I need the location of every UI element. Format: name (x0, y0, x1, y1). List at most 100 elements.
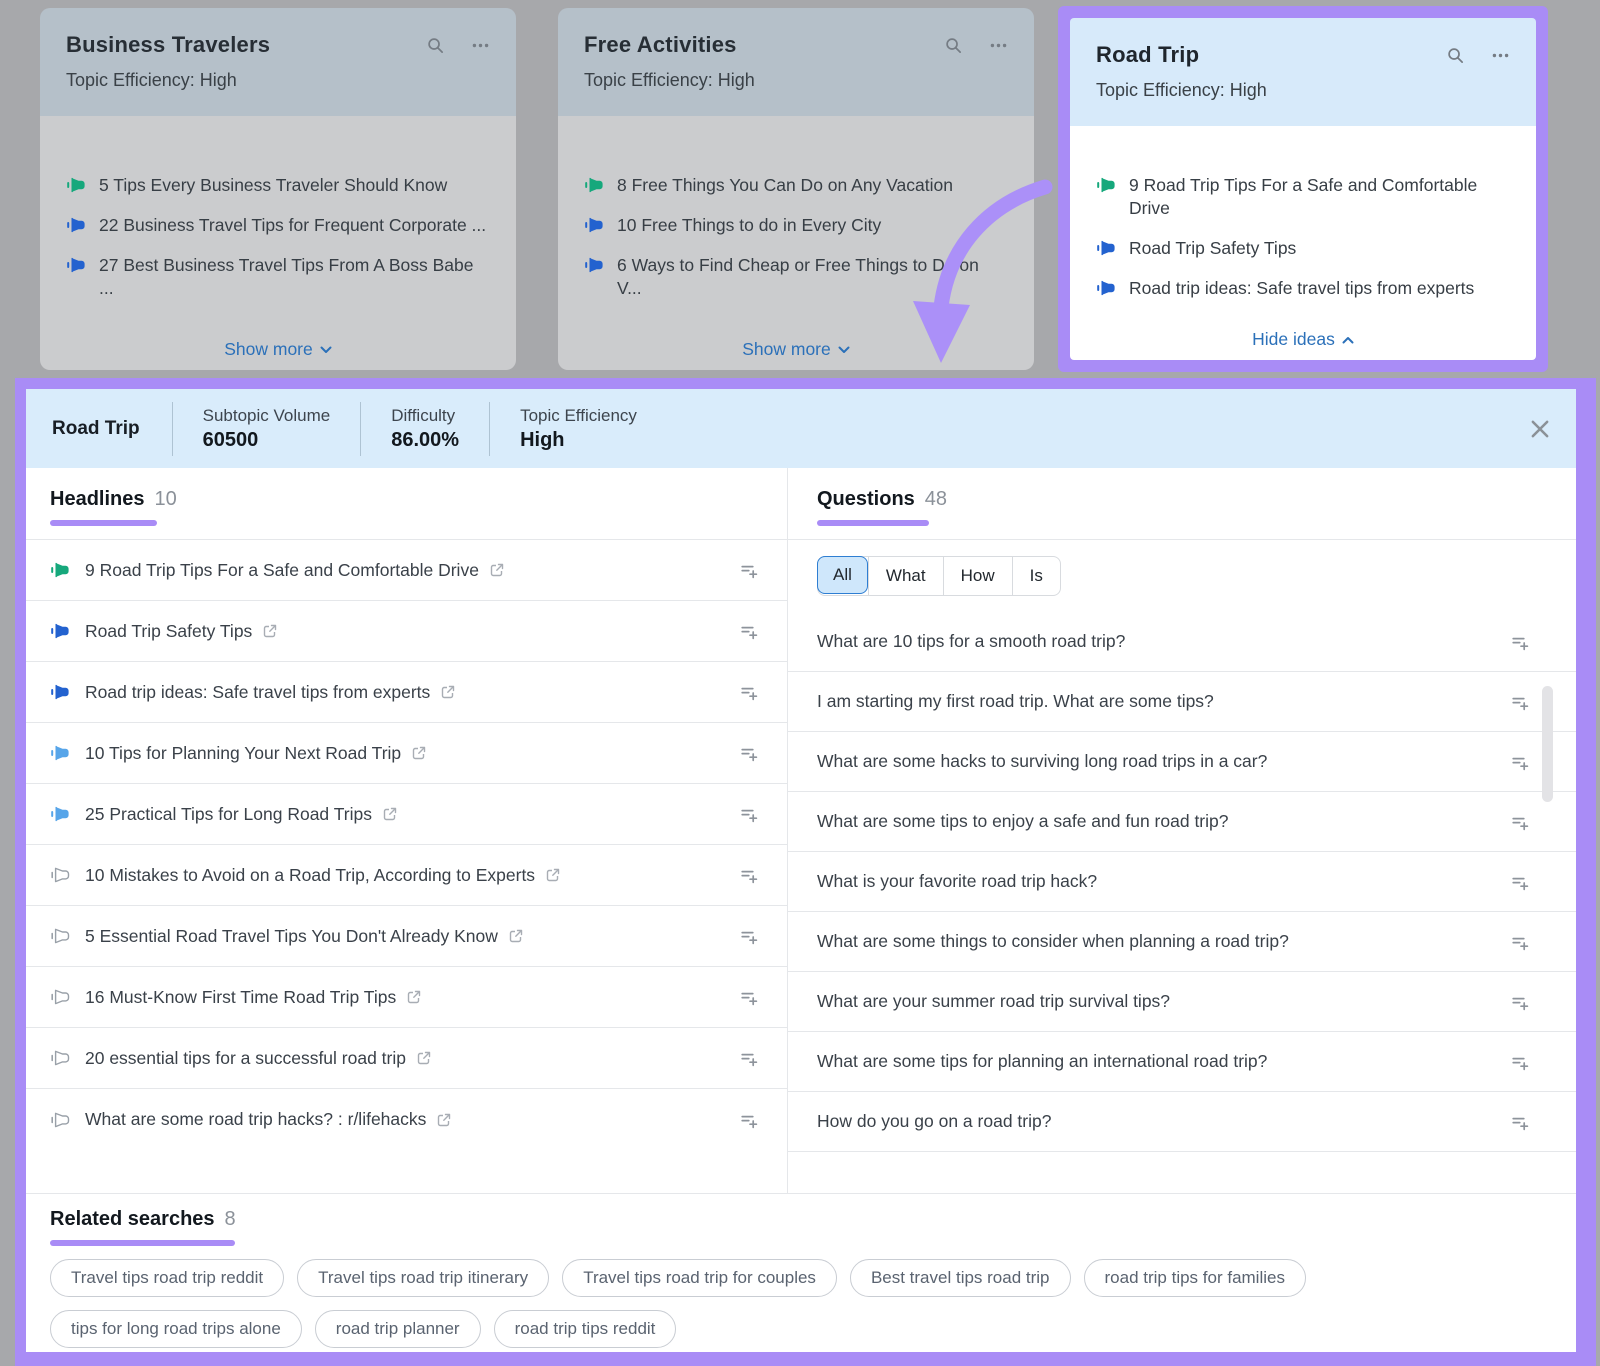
external-link-icon[interactable] (489, 562, 505, 578)
hide-ideas-link[interactable]: Hide ideas (1070, 329, 1536, 350)
search-icon[interactable] (426, 36, 445, 55)
card-header: Road Trip Topic Efficiency: High (1070, 18, 1536, 126)
question-filters: All What How Is (817, 556, 1061, 596)
related-search-chip[interactable]: road trip planner (315, 1310, 481, 1348)
megaphone-blue-icon (66, 255, 86, 275)
headline-item: Road Trip Safety Tips (26, 601, 787, 662)
add-to-list-icon[interactable] (1510, 932, 1530, 952)
related-search-chip[interactable]: road trip tips reddit (494, 1310, 677, 1348)
megaphone-gray-icon (50, 987, 70, 1007)
add-to-list-icon[interactable] (739, 560, 759, 580)
add-to-list-icon[interactable] (739, 926, 759, 946)
related-searches-title: Related searches (50, 1208, 215, 1231)
scrollbar-thumb[interactable] (1542, 686, 1553, 802)
chevron-down-icon (320, 346, 332, 354)
headline-item: What are some road trip hacks? : r/lifeh… (26, 1089, 787, 1150)
megaphone-blue-icon (1096, 278, 1116, 298)
add-to-list-icon[interactable] (1510, 752, 1530, 772)
megaphone-blue-icon (584, 255, 604, 275)
filter-how[interactable]: How (943, 557, 1012, 595)
question-item: What is your favorite road trip hack? (788, 852, 1576, 912)
questions-count: 48 (925, 488, 947, 511)
related-search-chip[interactable]: Travel tips road trip reddit (50, 1259, 284, 1297)
related-search-chip[interactable]: Travel tips road trip itinerary (297, 1259, 549, 1297)
headline-item: 25 Practical Tips for Long Road Trips (26, 784, 787, 845)
idea-item: 8 Free Things You Can Do on Any Vacation (558, 174, 1034, 197)
more-options-icon[interactable] (989, 36, 1008, 55)
megaphone-gray-icon (50, 865, 70, 885)
add-to-list-icon[interactable] (1510, 692, 1530, 712)
related-search-chips: Travel tips road trip reddit Travel tips… (50, 1259, 1552, 1348)
external-link-icon[interactable] (440, 684, 456, 700)
card-header: Business Travelers Topic Efficiency: Hig… (40, 8, 516, 116)
question-item: What are 10 tips for a smooth road trip? (788, 612, 1576, 672)
related-search-chip[interactable]: Best travel tips road trip (850, 1259, 1071, 1297)
show-more-link[interactable]: Show more (40, 339, 516, 360)
topic-card-road-trip[interactable]: Road Trip Topic Efficiency: High 9 Road … (1070, 18, 1536, 360)
add-to-list-icon[interactable] (739, 1110, 759, 1130)
filter-what[interactable]: What (868, 557, 943, 595)
search-icon[interactable] (944, 36, 963, 55)
related-search-chip[interactable]: tips for long road trips alone (50, 1310, 302, 1348)
add-to-list-icon[interactable] (1510, 1052, 1530, 1072)
add-to-list-icon[interactable] (1510, 812, 1530, 832)
add-to-list-icon[interactable] (1510, 632, 1530, 652)
related-search-chip[interactable]: road trip tips for families (1084, 1259, 1306, 1297)
topic-card-business-travelers[interactable]: Business Travelers Topic Efficiency: Hig… (40, 8, 516, 370)
add-to-list-icon[interactable] (1510, 1112, 1530, 1132)
add-to-list-icon[interactable] (739, 987, 759, 1007)
related-search-chip[interactable]: Travel tips road trip for couples (562, 1259, 837, 1297)
idea-item: 27 Best Business Travel Tips From A Boss… (40, 254, 516, 300)
megaphone-green-icon (50, 560, 70, 580)
close-panel-button[interactable] (1530, 419, 1550, 439)
headline-item: Road trip ideas: Safe travel tips from e… (26, 662, 787, 723)
headline-item: 20 essential tips for a successful road … (26, 1028, 787, 1089)
external-link-icon[interactable] (436, 1112, 452, 1128)
external-link-icon[interactable] (262, 623, 278, 639)
topic-efficiency: Topic Efficiency: High (1096, 80, 1510, 101)
add-to-list-icon[interactable] (739, 743, 759, 763)
card-ideas: 8 Free Things You Can Do on Any Vacation… (558, 116, 1034, 370)
external-link-icon[interactable] (406, 989, 422, 1005)
road-trip-detail-panel: Road Trip Subtopic Volume 60500 Difficul… (15, 378, 1596, 1366)
more-options-icon[interactable] (471, 36, 490, 55)
megaphone-blue-icon (50, 682, 70, 702)
search-icon[interactable] (1446, 46, 1465, 65)
megaphone-lightblue-icon (50, 804, 70, 824)
megaphone-gray-icon (50, 926, 70, 946)
stat-subtopic-volume: Subtopic Volume 60500 (173, 406, 361, 452)
megaphone-gray-icon (50, 1048, 70, 1068)
external-link-icon[interactable] (508, 928, 524, 944)
panel-title: Road Trip (52, 418, 140, 440)
filter-all[interactable]: All (817, 556, 868, 594)
external-link-icon[interactable] (416, 1050, 432, 1066)
show-more-link[interactable]: Show more (558, 339, 1034, 360)
add-to-list-icon[interactable] (1510, 992, 1530, 1012)
add-to-list-icon[interactable] (739, 682, 759, 702)
question-item: What are your summer road trip survival … (788, 972, 1576, 1032)
add-to-list-icon[interactable] (1510, 872, 1530, 892)
megaphone-blue-icon (50, 621, 70, 641)
headline-item: 9 Road Trip Tips For a Safe and Comforta… (26, 540, 787, 601)
megaphone-green-icon (1096, 175, 1116, 195)
chevron-down-icon (838, 346, 850, 354)
idea-item: 10 Free Things to do in Every City (558, 214, 1034, 237)
add-to-list-icon[interactable] (739, 804, 759, 824)
topic-card-free-activities[interactable]: Free Activities Topic Efficiency: High 8… (558, 8, 1034, 370)
add-to-list-icon[interactable] (739, 621, 759, 641)
question-item: I am starting my first road trip. What a… (788, 672, 1576, 732)
external-link-icon[interactable] (382, 806, 398, 822)
add-to-list-icon[interactable] (739, 1048, 759, 1068)
questions-list: What are 10 tips for a smooth road trip?… (788, 612, 1576, 1152)
headline-item: 5 Essential Road Travel Tips You Don't A… (26, 906, 787, 967)
headline-item: 10 Mistakes to Avoid on a Road Trip, Acc… (26, 845, 787, 906)
topic-cards-row: Business Travelers Topic Efficiency: Hig… (0, 0, 1600, 378)
more-options-icon[interactable] (1491, 46, 1510, 65)
external-link-icon[interactable] (411, 745, 427, 761)
stat-difficulty: Difficulty 86.00% (361, 406, 489, 452)
add-to-list-icon[interactable] (739, 865, 759, 885)
external-link-icon[interactable] (545, 867, 561, 883)
topic-efficiency: Topic Efficiency: High (66, 70, 490, 91)
close-icon (1530, 419, 1550, 439)
filter-is[interactable]: Is (1012, 557, 1060, 595)
